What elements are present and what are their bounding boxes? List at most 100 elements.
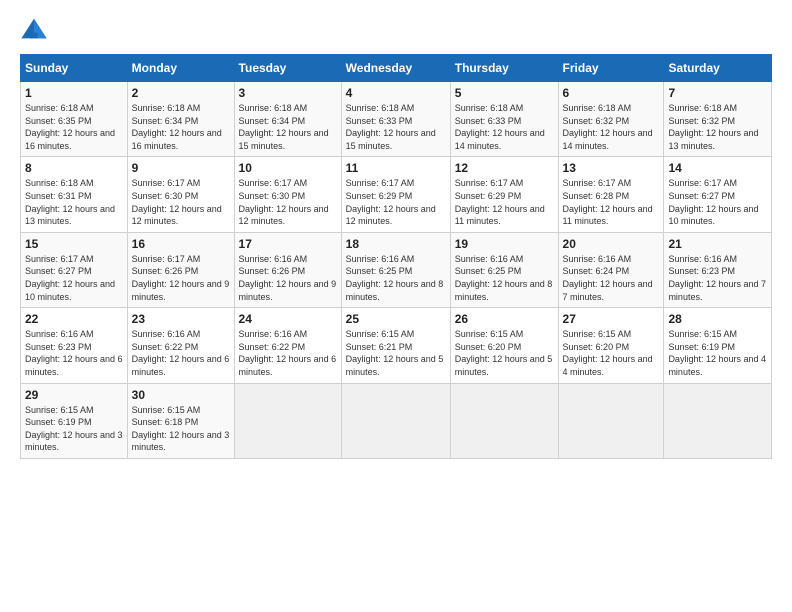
day-cell: 29 Sunrise: 6:15 AMSunset: 6:19 PMDayligh…: [21, 383, 128, 458]
day-cell: 22 Sunrise: 6:16 AMSunset: 6:23 PMDayligh…: [21, 308, 128, 383]
day-number: 27: [563, 312, 660, 326]
col-header-wednesday: Wednesday: [341, 55, 450, 82]
header: [20, 16, 772, 44]
day-cell: 27 Sunrise: 6:15 AMSunset: 6:20 PMDayligh…: [558, 308, 664, 383]
day-cell: 30Sunrise: 6:15 AMSunset: 6:18 PMDayligh…: [127, 383, 234, 458]
day-number: 23: [132, 312, 230, 326]
day-number: 5: [455, 86, 554, 100]
day-cell: 3 Sunrise: 6:18 AMSunset: 6:34 PMDaylight…: [234, 82, 341, 157]
day-cell: 25 Sunrise: 6:15 AMSunset: 6:21 PMDayligh…: [341, 308, 450, 383]
day-cell: [558, 383, 664, 458]
day-cell: 20 Sunrise: 6:16 AMSunset: 6:24 PMDayligh…: [558, 232, 664, 307]
col-header-monday: Monday: [127, 55, 234, 82]
day-cell: 17Sunrise: 6:16 AMSunset: 6:26 PMDayligh…: [234, 232, 341, 307]
day-info: Sunrise: 6:18 AMSunset: 6:33 PMDaylight:…: [455, 102, 554, 152]
day-cell: 13 Sunrise: 6:17 AMSunset: 6:28 PMDayligh…: [558, 157, 664, 232]
day-cell: 15Sunrise: 6:17 AMSunset: 6:27 PMDayligh…: [21, 232, 128, 307]
day-info: Sunrise: 6:15 AMSunset: 6:20 PMDaylight:…: [455, 328, 554, 378]
day-number: 12: [455, 161, 554, 175]
header-row: SundayMondayTuesdayWednesdayThursdayFrid…: [21, 55, 772, 82]
page: SundayMondayTuesdayWednesdayThursdayFrid…: [0, 0, 792, 612]
col-header-thursday: Thursday: [450, 55, 558, 82]
day-cell: 1 Sunrise: 6:18 AMSunset: 6:35 PMDaylight…: [21, 82, 128, 157]
day-cell: 28 Sunrise: 6:15 AMSunset: 6:19 PMDayligh…: [664, 308, 772, 383]
day-number: 13: [563, 161, 660, 175]
week-row-4: 22 Sunrise: 6:16 AMSunset: 6:23 PMDayligh…: [21, 308, 772, 383]
day-number: 29: [25, 388, 123, 402]
day-info: Sunrise: 6:17 AMSunset: 6:26 PMDaylight:…: [132, 253, 230, 303]
logo: [20, 16, 52, 44]
day-cell: 12 Sunrise: 6:17 AMSunset: 6:29 PMDayligh…: [450, 157, 558, 232]
day-number: 7: [668, 86, 767, 100]
day-info: Sunrise: 6:18 AMSunset: 6:34 PMDaylight:…: [132, 102, 230, 152]
day-number: 10: [239, 161, 337, 175]
day-cell: [664, 383, 772, 458]
day-cell: 14Sunrise: 6:17 AMSunset: 6:27 PMDayligh…: [664, 157, 772, 232]
day-number: 17: [239, 237, 337, 251]
day-info: Sunrise: 6:17 AMSunset: 6:29 PMDaylight:…: [346, 177, 446, 227]
day-cell: 16 Sunrise: 6:17 AMSunset: 6:26 PMDayligh…: [127, 232, 234, 307]
day-cell: 23 Sunrise: 6:16 AMSunset: 6:22 PMDayligh…: [127, 308, 234, 383]
day-number: 28: [668, 312, 767, 326]
day-number: 20: [563, 237, 660, 251]
day-info: Sunrise: 6:18 AMSunset: 6:33 PMDaylight:…: [346, 102, 446, 152]
day-cell: 19 Sunrise: 6:16 AMSunset: 6:25 PMDayligh…: [450, 232, 558, 307]
day-number: 19: [455, 237, 554, 251]
day-number: 1: [25, 86, 123, 100]
day-number: 2: [132, 86, 230, 100]
col-header-saturday: Saturday: [664, 55, 772, 82]
day-info: Sunrise: 6:18 AMSunset: 6:35 PMDaylight:…: [25, 102, 123, 152]
day-info: Sunrise: 6:16 AMSunset: 6:23 PMDaylight:…: [668, 253, 767, 303]
day-cell: 26 Sunrise: 6:15 AMSunset: 6:20 PMDayligh…: [450, 308, 558, 383]
day-info: Sunrise: 6:17 AMSunset: 6:29 PMDaylight:…: [455, 177, 554, 227]
day-info: Sunrise: 6:16 AMSunset: 6:22 PMDaylight:…: [132, 328, 230, 378]
day-number: 21: [668, 237, 767, 251]
day-info: Sunrise: 6:16 AMSunset: 6:25 PMDaylight:…: [346, 253, 446, 303]
day-number: 24: [239, 312, 337, 326]
day-info: Sunrise: 6:15 AMSunset: 6:21 PMDaylight:…: [346, 328, 446, 378]
day-cell: [450, 383, 558, 458]
day-number: 6: [563, 86, 660, 100]
logo-icon: [20, 16, 48, 44]
day-number: 22: [25, 312, 123, 326]
calendar-body: 1 Sunrise: 6:18 AMSunset: 6:35 PMDaylight…: [21, 82, 772, 459]
day-number: 18: [346, 237, 446, 251]
day-info: Sunrise: 6:18 AMSunset: 6:31 PMDaylight:…: [25, 177, 123, 227]
week-row-1: 1 Sunrise: 6:18 AMSunset: 6:35 PMDaylight…: [21, 82, 772, 157]
day-cell: 2 Sunrise: 6:18 AMSunset: 6:34 PMDaylight…: [127, 82, 234, 157]
day-number: 26: [455, 312, 554, 326]
day-info: Sunrise: 6:16 AMSunset: 6:23 PMDaylight:…: [25, 328, 123, 378]
day-cell: 21 Sunrise: 6:16 AMSunset: 6:23 PMDayligh…: [664, 232, 772, 307]
day-info: Sunrise: 6:18 AMSunset: 6:32 PMDaylight:…: [668, 102, 767, 152]
week-row-3: 15Sunrise: 6:17 AMSunset: 6:27 PMDayligh…: [21, 232, 772, 307]
day-number: 4: [346, 86, 446, 100]
day-info: Sunrise: 6:16 AMSunset: 6:25 PMDaylight:…: [455, 253, 554, 303]
col-header-friday: Friday: [558, 55, 664, 82]
calendar-header: SundayMondayTuesdayWednesdayThursdayFrid…: [21, 55, 772, 82]
day-info: Sunrise: 6:17 AMSunset: 6:28 PMDaylight:…: [563, 177, 660, 227]
day-cell: 6 Sunrise: 6:18 AMSunset: 6:32 PMDaylight…: [558, 82, 664, 157]
day-info: Sunrise: 6:18 AMSunset: 6:34 PMDaylight:…: [239, 102, 337, 152]
col-header-tuesday: Tuesday: [234, 55, 341, 82]
day-number: 16: [132, 237, 230, 251]
day-cell: [234, 383, 341, 458]
day-number: 25: [346, 312, 446, 326]
day-info: Sunrise: 6:15 AMSunset: 6:19 PMDaylight:…: [668, 328, 767, 378]
day-cell: 18 Sunrise: 6:16 AMSunset: 6:25 PMDayligh…: [341, 232, 450, 307]
day-info: Sunrise: 6:16 AMSunset: 6:24 PMDaylight:…: [563, 253, 660, 303]
day-cell: 11Sunrise: 6:17 AMSunset: 6:29 PMDayligh…: [341, 157, 450, 232]
day-info: Sunrise: 6:18 AMSunset: 6:32 PMDaylight:…: [563, 102, 660, 152]
col-header-sunday: Sunday: [21, 55, 128, 82]
day-cell: 4 Sunrise: 6:18 AMSunset: 6:33 PMDaylight…: [341, 82, 450, 157]
day-info: Sunrise: 6:15 AMSunset: 6:20 PMDaylight:…: [563, 328, 660, 378]
calendar: SundayMondayTuesdayWednesdayThursdayFrid…: [20, 54, 772, 459]
day-cell: [341, 383, 450, 458]
day-info: Sunrise: 6:15 AMSunset: 6:18 PMDaylight:…: [132, 404, 230, 454]
day-info: Sunrise: 6:15 AMSunset: 6:19 PMDaylight:…: [25, 404, 123, 454]
day-cell: 8Sunrise: 6:18 AMSunset: 6:31 PMDaylight…: [21, 157, 128, 232]
day-cell: 9Sunrise: 6:17 AMSunset: 6:30 PMDaylight…: [127, 157, 234, 232]
day-info: Sunrise: 6:17 AMSunset: 6:30 PMDaylight:…: [239, 177, 337, 227]
day-cell: 24Sunrise: 6:16 AMSunset: 6:22 PMDayligh…: [234, 308, 341, 383]
week-row-2: 8Sunrise: 6:18 AMSunset: 6:31 PMDaylight…: [21, 157, 772, 232]
day-number: 3: [239, 86, 337, 100]
